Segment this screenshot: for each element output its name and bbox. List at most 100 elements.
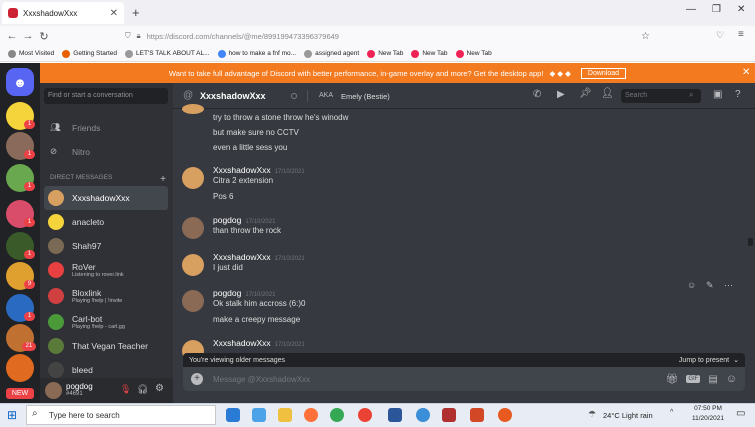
dm-item[interactable]: Carl-bot Playing !help - carl.gg (44, 310, 168, 334)
message-author[interactable]: XxxshadowXxx (213, 165, 271, 175)
chevron-down-icon: ⌄ (733, 357, 739, 364)
taskbar-folder-icon[interactable] (278, 408, 292, 422)
taskbar-app-icon-3[interactable] (416, 408, 430, 422)
dm-avatar (48, 214, 64, 230)
gif-icon[interactable]: GIF (686, 375, 701, 383)
mute-icon[interactable]: 🎙︎ (120, 384, 131, 395)
unread-badge: 1 (24, 120, 35, 129)
dm-status: Playing !help | !invite (72, 297, 123, 304)
clock-time[interactable]: 07:50 PM (693, 405, 723, 412)
minimize-icon[interactable]: — (686, 4, 696, 15)
nickname: Emely (Bestie) (341, 92, 390, 101)
bookmark-most-visited[interactable]: Most Visited (8, 49, 54, 58)
taskbar-app-icon-5[interactable] (498, 408, 512, 422)
message-text: I just did (213, 263, 243, 272)
message-input[interactable]: + Message @XxxshadowXxx 🎁︎ GIF ▤ ☺ (183, 367, 745, 391)
back-icon[interactable]: ← (4, 30, 20, 42)
dm-item[interactable]: Bloxlink Playing !help | !invite (44, 284, 168, 308)
bookmark-star-icon[interactable]: ☆ (641, 31, 650, 42)
pocket-icon[interactable]: ♡ (716, 30, 724, 41)
find-conversation-input[interactable]: Find or start a conversation (44, 88, 168, 104)
menu-icon[interactable]: ≡ (738, 29, 744, 40)
headphones-icon[interactable]: 🎧︎ (137, 384, 148, 395)
windows-start-icon[interactable]: ⊞ (7, 408, 17, 422)
discord-home-icon[interactable]: ☻ (6, 68, 34, 96)
message-author[interactable]: XxxshadowXxx (213, 252, 271, 262)
forward-icon[interactable]: → (20, 30, 36, 42)
video-icon[interactable]: ▶ (557, 89, 565, 100)
taskbar-chrome-icon[interactable] (330, 408, 344, 422)
server-icon-9[interactable] (6, 354, 34, 382)
bookmark-getting-started[interactable]: Getting Started (62, 49, 117, 58)
bookmark-new-tab-3[interactable]: New Tab (455, 49, 492, 58)
bookmark-new-tab-2[interactable]: New Tab (411, 49, 448, 58)
gift-icon[interactable]: 🎁︎ (666, 374, 679, 385)
taskbar-app-icon-4[interactable] (442, 408, 456, 422)
weather-text[interactable]: 24°C Light rain (603, 411, 653, 420)
tray-chevron-icon[interactable]: ^ (670, 409, 673, 416)
reload-icon[interactable]: ↻ (36, 30, 52, 43)
add-reaction-icon[interactable]: ☺ (687, 280, 696, 290)
bookmark-lets-talk[interactable]: LET'S TALK ABOUT AL... (125, 49, 210, 58)
sticker-icon[interactable]: ▤ (708, 374, 717, 385)
older-messages-text: You're viewing older messages (189, 356, 286, 364)
add-friend-icon[interactable]: 👤︎ (601, 88, 614, 99)
notification-icon[interactable]: ▭ (736, 408, 745, 419)
message-avatar[interactable] (182, 104, 204, 114)
clock-date[interactable]: 11/20/2021 (689, 415, 727, 422)
dm-item[interactable]: XxxshadowXxx (44, 186, 168, 210)
taskbar-app-icon-1[interactable] (226, 408, 240, 422)
close-tab-icon[interactable]: ✕ (110, 8, 118, 19)
download-button[interactable]: Download (580, 67, 627, 79)
dm-name: Bloxlink (72, 287, 102, 298)
maximize-icon[interactable]: ❐ (712, 4, 721, 15)
user-avatar[interactable] (45, 382, 62, 399)
jump-to-present-button[interactable]: Jump to present (679, 357, 729, 364)
close-banner-icon[interactable]: ✕ (742, 67, 750, 78)
message-avatar[interactable] (182, 254, 204, 276)
nitro-nav[interactable]: ⊘ Nitro (50, 146, 90, 157)
dm-item[interactable]: Shah97 (44, 234, 168, 258)
message-avatar[interactable] (182, 217, 204, 239)
browser-tab[interactable]: XxxshadowXxx ✕ (2, 2, 124, 24)
upload-plus-icon[interactable]: + (191, 373, 203, 385)
friends-nav[interactable]: 👥︎ Friends (50, 122, 100, 133)
scrollbar-thumb[interactable] (748, 238, 753, 246)
taskbar-powerpoint-icon[interactable] (470, 408, 484, 422)
bookmark-fnf[interactable]: how to make a fnf mo... (217, 49, 296, 58)
taskbar-app-icon-2[interactable] (252, 408, 266, 422)
dm-item[interactable]: anacleto (44, 210, 168, 234)
pin-icon[interactable]: 📌︎ (579, 88, 592, 99)
dm-item[interactable]: RoVer Listening to rover.link (44, 258, 168, 282)
taskbar-chrome-icon-2[interactable] (358, 408, 372, 422)
dm-avatar (48, 238, 64, 254)
bookmark-assigned-agent[interactable]: assigned agent (304, 49, 359, 58)
dm-avatar (48, 314, 64, 330)
bookmark-new-tab-1[interactable]: New Tab (367, 49, 403, 58)
taskbar-firefox-icon[interactable] (304, 408, 318, 422)
taskbar-search[interactable]: Type here to search (26, 405, 216, 425)
create-dm-icon[interactable]: + (160, 174, 166, 185)
dm-item[interactable]: That Vegan Teacher (44, 334, 168, 358)
message-avatar[interactable] (182, 167, 204, 189)
edit-icon[interactable]: ✎ (706, 280, 714, 291)
call-icon[interactable]: ✆ (533, 89, 541, 100)
settings-gear-icon[interactable]: ⚙ (155, 383, 164, 394)
message-author[interactable]: pogdog (213, 215, 241, 225)
message-text: make a creepy message (213, 315, 301, 324)
message-header: pogdog 17/10/2021 (213, 288, 275, 298)
inbox-icon[interactable]: ▣ (713, 89, 722, 100)
taskbar-word-icon[interactable] (388, 408, 402, 422)
message-author[interactable]: pogdog (213, 288, 241, 298)
message-header: pogdog 17/10/2021 (213, 215, 275, 225)
message-avatar[interactable] (182, 290, 204, 312)
help-icon[interactable]: ? (735, 89, 741, 100)
url-bar[interactable]: ⛉ 🔒︎ https://discord.com/channels/@me/89… (125, 28, 650, 44)
window-close-icon[interactable]: ✕ (737, 4, 745, 15)
new-tab-icon[interactable]: + (132, 5, 140, 20)
username: pogdog (66, 382, 93, 391)
message-text: Citra 2 extension (213, 176, 274, 185)
emoji-icon[interactable]: ☺ (726, 373, 737, 385)
more-options-icon[interactable]: ⋯ (724, 280, 733, 291)
message-author[interactable]: XxxshadowXxx (213, 338, 271, 348)
